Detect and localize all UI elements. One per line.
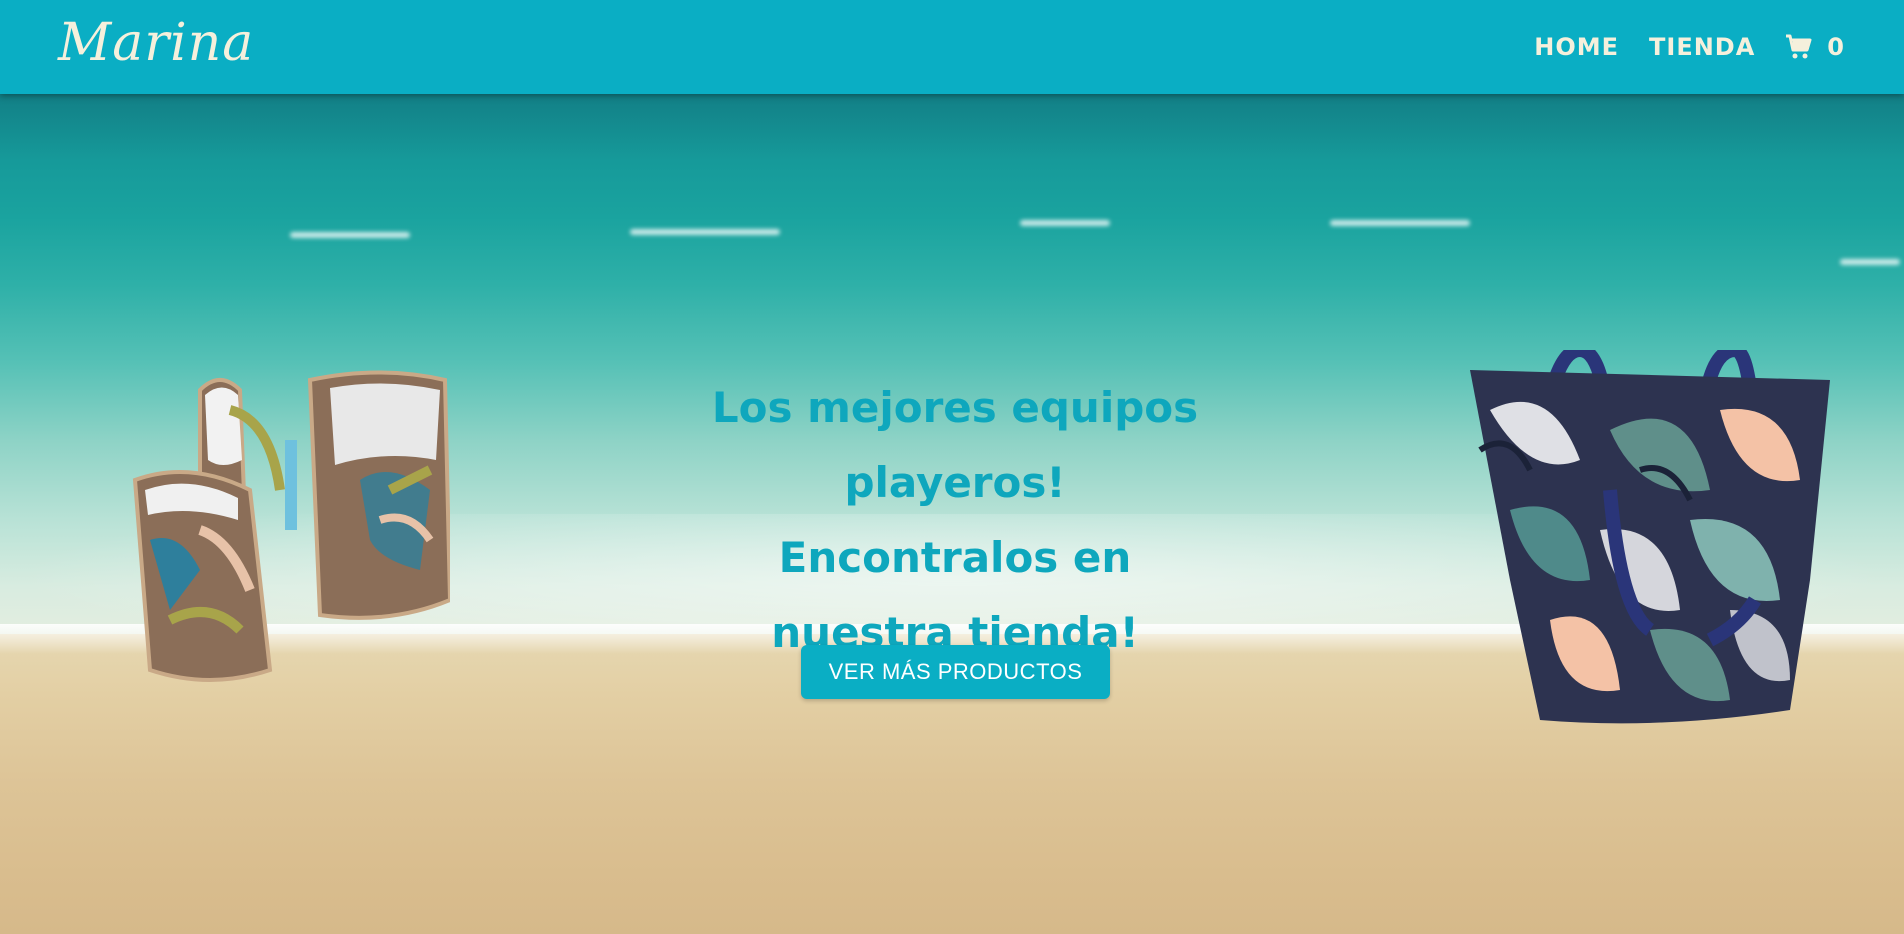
cart-count: 0 (1827, 33, 1844, 61)
shopping-cart-icon (1785, 34, 1813, 60)
product-image-tote-bag (1470, 342, 1830, 730)
hero-headline: Los mejores equipos playeros! Encontralo… (711, 383, 1199, 657)
top-navbar: Marina HOME TIENDA 0 (0, 0, 1904, 94)
wave-crest (630, 229, 780, 235)
page: Marina HOME TIENDA 0 Los mejores equipos… (0, 0, 1904, 934)
product-image-pouches (130, 370, 453, 690)
cart-button[interactable]: 0 (1785, 33, 1844, 61)
brand-logo[interactable]: Marina (58, 10, 254, 76)
main-nav: HOME TIENDA 0 (1534, 0, 1844, 94)
wave-crest (1840, 259, 1900, 265)
wave-crest (1020, 220, 1110, 226)
wave-crest (1330, 220, 1470, 226)
ver-mas-productos-button[interactable]: VER MÁS PRODUCTOS (801, 645, 1110, 699)
nav-home-link[interactable]: HOME (1534, 33, 1619, 61)
wave-crest (290, 232, 410, 238)
nav-tienda-link[interactable]: TIENDA (1649, 33, 1755, 61)
